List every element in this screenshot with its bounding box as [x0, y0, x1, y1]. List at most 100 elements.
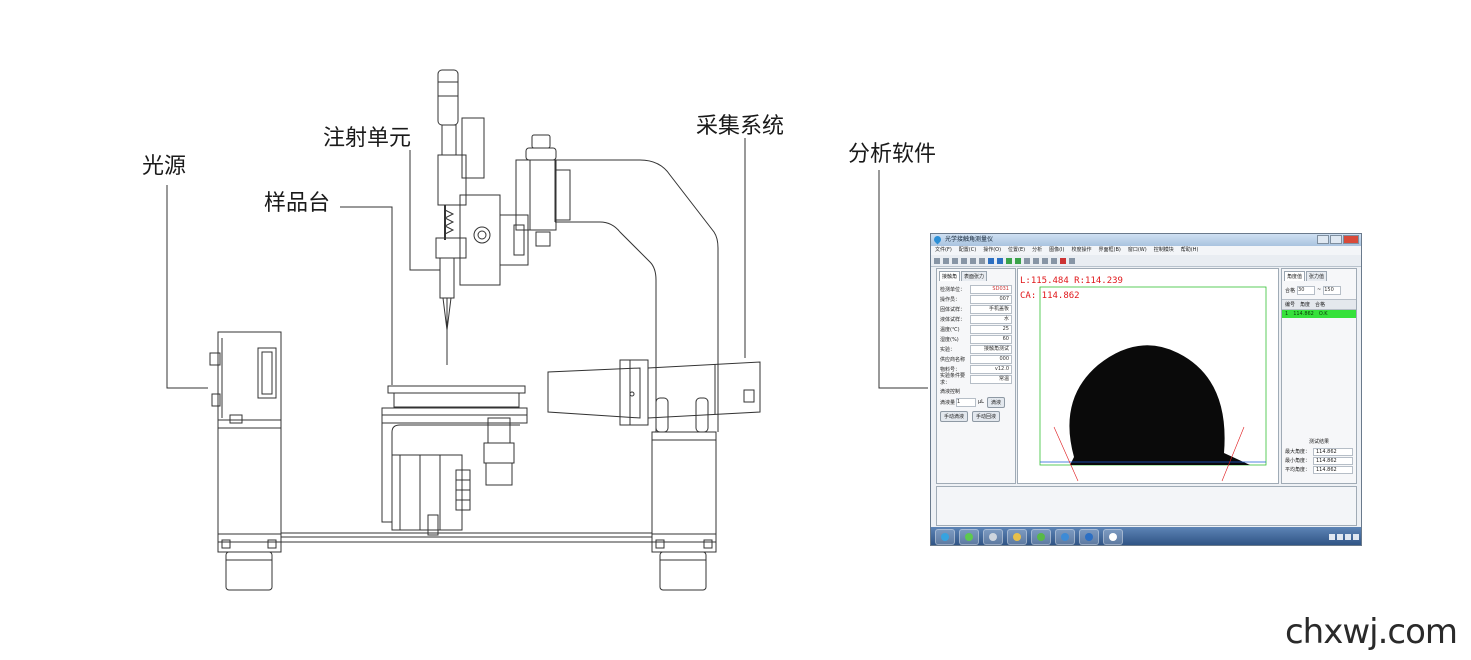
- watermark: chxwj.com: [1284, 612, 1458, 652]
- baseline-icon[interactable]: [1015, 257, 1021, 264]
- measure-icon[interactable]: [1006, 257, 1012, 264]
- filter-icon[interactable]: [1069, 257, 1075, 264]
- callout-sample-stage: 样品台: [264, 191, 331, 216]
- manual-retract-button[interactable]: 手动回液: [972, 411, 1001, 422]
- crosshair-icon[interactable]: [988, 257, 994, 264]
- taskbar-drop-app[interactable]: [1103, 529, 1123, 545]
- menu-item[interactable]: 图像(I): [1049, 246, 1064, 255]
- software-window: 光学接触角测量仪 文件(F) 配置(C) 操作(O) 位置(E) 分析 图像(I) 校度操作…: [930, 233, 1362, 546]
- result-label: 平均角度：: [1285, 467, 1311, 473]
- pause-icon[interactable]: [943, 257, 949, 264]
- alert-icon[interactable]: [1060, 257, 1066, 264]
- parameter-input[interactable]: SD031: [970, 284, 1012, 294]
- camera-icon[interactable]: [952, 257, 958, 264]
- parameter-input[interactable]: 常温: [970, 374, 1012, 384]
- parameter-row: 实验条件要求： 常温: [937, 373, 1015, 386]
- parameter-input[interactable]: v12.0: [970, 364, 1012, 374]
- tab-tension-values[interactable]: 张力值: [1306, 271, 1328, 281]
- result-value: 114.862: [1313, 456, 1353, 465]
- software-menubar: 文件(F) 配置(C) 操作(O) 位置(E) 分析 图像(I) 校度操作 界面框(B) 窗口(…: [931, 246, 1361, 255]
- copy-icon[interactable]: [1033, 257, 1039, 264]
- parameter-row: 操作员： 007: [937, 294, 1015, 304]
- play-icon[interactable]: [934, 257, 940, 264]
- parameter-label: 实验：: [940, 346, 956, 353]
- software-titlebar: 光学接触角测量仪: [931, 234, 1361, 246]
- tab-surface-tension[interactable]: 表面张力: [961, 271, 988, 281]
- parameter-input[interactable]: 60: [970, 334, 1012, 344]
- sample-stage-leader: [340, 206, 393, 385]
- parameter-row: 固体试样： 手机盖板: [937, 304, 1015, 314]
- parameter-input[interactable]: 手机盖板: [970, 304, 1012, 314]
- taskbar-refresh[interactable]: [1055, 529, 1075, 545]
- taskbar-folder[interactable]: [1007, 529, 1027, 545]
- table-row[interactable]: 1 114.862 O.K: [1282, 310, 1356, 318]
- manual-drip-button[interactable]: 手动滴液: [940, 411, 969, 422]
- qualified-range: 合格 30 ~ 150: [1282, 281, 1356, 299]
- record-icon[interactable]: [961, 257, 967, 264]
- result-label: 最小角度：: [1285, 458, 1311, 464]
- software-toolbar: [931, 255, 1361, 267]
- results-title: 测试结果: [1308, 439, 1329, 445]
- taskbar: [931, 527, 1361, 545]
- taskbar-app[interactable]: [1079, 529, 1099, 545]
- taskbar-browser[interactable]: [1031, 529, 1051, 545]
- drip-row: 滴液量 1 μL 滴液: [937, 396, 1015, 408]
- tab-contact-angle[interactable]: 接触角: [939, 271, 961, 281]
- cut-icon[interactable]: [1024, 257, 1030, 264]
- menu-item[interactable]: 界面框(B): [1099, 246, 1121, 255]
- parameter-fields: 检测单位： SD031 操作员： 007 固体试样： 手机盖板 液体试样：水温度(℃) 25 湿…: [937, 284, 1015, 386]
- maximize-button[interactable]: [1330, 235, 1342, 244]
- result-row: 平均角度： 114.862: [1282, 465, 1356, 474]
- drip-button[interactable]: 滴液: [986, 396, 1005, 408]
- log-panel: [936, 486, 1357, 526]
- parameter-input[interactable]: 007: [970, 294, 1012, 304]
- menu-item[interactable]: 操作(O): [983, 246, 1001, 255]
- tab-angle-values[interactable]: 角度值: [1284, 271, 1306, 281]
- grid-header-pass: 合格: [1315, 302, 1326, 308]
- callout-injection-unit: 注射单元: [323, 126, 412, 151]
- minimize-button[interactable]: [1317, 235, 1329, 244]
- parameter-input[interactable]: 水: [970, 314, 1012, 324]
- angle-readout: L:115.484 R:114.239: [1020, 276, 1123, 286]
- range-max-select[interactable]: 150: [1323, 285, 1342, 295]
- analysis-leader: [878, 170, 928, 389]
- menu-item[interactable]: 控制模块: [1154, 246, 1174, 255]
- menu-item[interactable]: 窗口(W): [1128, 246, 1147, 255]
- droplet-image-view[interactable]: L:115.484 R:114.239 CA: 114.862: [1017, 268, 1279, 484]
- taskbar-chat[interactable]: [959, 529, 979, 545]
- parameter-input[interactable]: 000: [970, 354, 1012, 364]
- menu-item[interactable]: 配置(C): [959, 246, 976, 255]
- parameter-row: 实验： 接触角测试: [937, 344, 1015, 354]
- fit-icon[interactable]: [979, 257, 985, 264]
- menu-item[interactable]: 校度操作: [1072, 246, 1092, 255]
- close-button[interactable]: [1343, 235, 1359, 244]
- grid-header-angle: 角度: [1300, 302, 1311, 308]
- drip-volume-input[interactable]: 1: [956, 397, 976, 407]
- parameter-label: 实验条件要求：: [940, 373, 966, 386]
- print-icon[interactable]: [1042, 257, 1048, 264]
- menu-item[interactable]: 文件(F): [935, 246, 952, 255]
- menu-item[interactable]: 分析: [1032, 246, 1042, 255]
- range-label: 合格: [1285, 287, 1296, 294]
- grid-icon[interactable]: [970, 257, 976, 264]
- callout-light-source: 光源: [142, 154, 187, 179]
- contact-angle-readout: CA: 114.862: [1020, 291, 1080, 301]
- results-list: 最大角度： 114.862 最小角度： 114.862 平均角度： 114.862: [1282, 447, 1356, 474]
- range-min-select[interactable]: 30: [1297, 285, 1316, 295]
- menu-item[interactable]: 帮助(H): [1181, 246, 1199, 255]
- droplet-silhouette: [1069, 345, 1250, 465]
- zoom-icon[interactable]: [997, 257, 1003, 264]
- grid-cell-angle: 114.862: [1293, 311, 1314, 317]
- callout-analysis-software: 分析软件: [848, 142, 937, 167]
- parameter-input[interactable]: 25: [970, 324, 1012, 334]
- taskbar-tool[interactable]: [983, 529, 1003, 545]
- result-row: 最小角度： 114.862: [1282, 456, 1356, 465]
- help-icon[interactable]: [1051, 257, 1057, 264]
- taskbar-ie[interactable]: [935, 529, 955, 545]
- parameter-input[interactable]: 接触角测试: [970, 344, 1012, 354]
- result-value: 114.862: [1313, 447, 1353, 456]
- grid-cell-pass: O.K: [1318, 311, 1328, 317]
- system-tray: [1329, 534, 1359, 540]
- callout-acquisition-system: 采集系统: [696, 114, 785, 139]
- menu-item[interactable]: 位置(E): [1008, 246, 1025, 255]
